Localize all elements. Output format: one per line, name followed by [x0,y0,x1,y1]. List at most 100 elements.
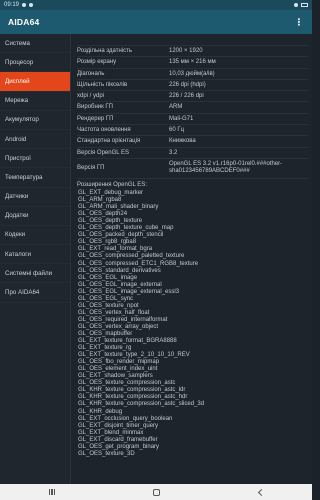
extension-item: GL_EXT_blend_minmax [78,429,144,436]
extension-item: GL_OES_EGL_image_external_essl3 [78,288,180,295]
detail-value: 3.2 [169,149,178,156]
sidebar: Система Процесор Дисплей Мережа Акумулятор An… [0,34,71,484]
home-button[interactable] [146,486,166,498]
extension-item: GL_OES_EGL_sync [78,295,134,302]
sidebar-item[interactable]: Системні файли [0,264,70,284]
detail-value: 226 dpi (hdpi) [169,81,206,88]
detail-key: Стандартна орієнтація [77,138,141,145]
extension-item: GL_KHR_texture_compression_astc_hdr [78,394,188,401]
detail-row: Виробник ГП ARM [77,102,308,114]
detail-key: Версія ГП [77,164,105,171]
extension-item: GL_OES_element_index_uint [78,366,158,373]
sidebar-item[interactable]: Каталоги [0,245,70,265]
sidebar-item[interactable]: Додатки [0,207,70,226]
extension-item: GL_OES_rgb8_rgba8 [78,239,137,246]
extension-item: GL_EXT_shadow_samplers [78,373,153,380]
extension-item: GL_EXT_discard_framebuffer [78,436,158,443]
sidebar-item[interactable]: Дисплей [0,72,70,92]
status-time: 09:19 [4,2,20,8]
extension-item: GL_OES_required_internalformat [78,316,168,323]
extension-item: GL_OES_texture_npot [78,302,139,309]
extension-item: GL_OES_texture_3D [78,450,135,457]
sidebar-item[interactable]: Система [0,34,70,54]
battery-icon [301,3,308,7]
detail-key: Діагональ [77,70,105,77]
extension-item: GL_OES_vertex_half_float [78,309,150,316]
detail-key: Версія OpenGL ES [77,149,130,156]
detail-value: ARM [169,104,183,111]
overflow-menu-icon[interactable]: ⋮ [294,17,304,28]
detail-row: Частота оновлення 60 Гц [77,125,308,137]
extension-item: GL_OES_standard_derivatives [78,267,161,274]
app-bar: AIDA64 ⋮ [0,10,312,34]
detail-row: xdpi / ydpi 226 / 226 dpi [77,91,308,103]
detail-key: Розмір екрану [77,59,117,66]
extension-item: GL_EXT_texture_format_BGRA8888 [78,338,177,345]
detail-key: Роздільна здатність [77,48,132,54]
extension-item: GL_EXT_disjoint_timer_query [78,422,159,429]
detail-value: Mali-G71 [169,115,194,122]
detail-value: 226 / 226 dpi [169,93,204,100]
sidebar-item[interactable]: Пристрої [0,149,70,169]
extension-item: GL_OES_EGL_image_external [78,281,162,288]
extension-item: GL_OES_compressed_ETC1_RGB8_texture [78,260,199,267]
detail-row: Розмір екрану 135 мм × 216 мм [77,57,308,69]
back-icon [257,488,265,496]
back-button[interactable] [250,486,270,498]
wifi-icon [294,3,298,7]
detail-row: Версія ГП OpenGL ES 3.2 v1.r16p0-01rel0.#… [77,159,308,179]
recents-button[interactable] [42,486,62,498]
detail-row: Діагональ 10,03 дюйм(а/ів) [77,69,308,80]
extension-item: GL_OES_get_program_binary [78,443,160,450]
extension-item: GL_EXT_read_format_bgra [78,246,153,253]
extension-item: GL_ARM_rgba8 [78,197,122,204]
extension-item: GL_KHR_texture_compression_astc_ldr [78,387,186,394]
detail-row: Рендерер ГП Mali-G71 [77,114,308,126]
detail-row: Роздільна здатність 1200 × 1920 [77,46,308,58]
extension-item: GL_OES_depth_texture_cube_map [78,225,174,232]
extension-item: GL_OES_fbo_render_mipmap [78,359,160,366]
extension-item: GL_OES_packed_depth_stencil [78,232,164,239]
detail-value: 10,03 дюйм(а/ів) [169,70,215,77]
extensions-title: Розширення OpenGL ES: [77,181,147,188]
notification-icon [29,3,34,7]
sidebar-item[interactable]: Про AIDA64 [0,283,70,303]
app-title: AIDA64 [8,17,40,27]
sidebar-item[interactable]: Температура [0,168,70,188]
display-details: Роздільна здатність 1200 × 1920 Розмір екр… [72,34,312,484]
extension-item: GL_OES_texture_compression_astc [78,380,176,387]
sidebar-item[interactable]: Мережа [0,92,70,111]
extension-item: GL_OES_depth_texture [78,218,143,225]
extension-item: GL_ARM_mali_shader_binary [78,204,159,211]
extension-item: GL_OES_EGL_image [78,274,138,281]
extension-item: GL_EXT_texture_type_2_10_10_10_REV [78,352,190,359]
system-nav-bar [0,484,312,500]
extension-item: GL_OES_mapbuffer [78,331,133,337]
opengl-extensions: Розширення OpenGL ES: GL_EXT_debug_marke… [77,179,308,458]
detail-key: Щільність пікселів [77,81,128,88]
extension-item: GL_OES_compressed_paletted_texture [78,253,185,260]
notification-icon [22,3,27,7]
extension-item: GL_OES_depth24 [78,211,128,218]
detail-value: OpenGL ES 3.2 v1.r16p0-01rel0.###other-s… [169,160,283,174]
detail-key: xdpi / ydpi [77,93,105,100]
detail-value: 60 Гц [169,127,185,134]
detail-key: Виробник ГП [77,104,113,111]
detail-key: Частота оновлення [77,127,131,134]
sidebar-item[interactable]: Кодеки [0,226,70,246]
extension-item: GL_EXT_occlusion_query_boolean [78,415,173,422]
detail-row: Стандартна орієнтація Книжкова [77,136,308,148]
extension-item: GL_EXT_debug_marker [78,190,144,197]
sidebar-item[interactable]: Акумулятор [0,111,70,130]
detail-value: 135 мм × 216 мм [169,59,216,66]
sidebar-item[interactable]: Процесор [0,53,70,73]
home-icon [152,488,160,496]
extension-item: GL_OES_vertex_array_object [78,323,159,330]
sidebar-item[interactable]: Датчики [0,188,70,207]
extension-item: GL_EXT_texture_rg [78,345,132,352]
status-bar: 09:19 [0,0,312,10]
detail-value: Книжкова [169,138,196,145]
detail-value: 1200 × 1920 [169,48,203,54]
sidebar-item[interactable]: Android [0,130,70,150]
recents-icon [48,489,56,495]
